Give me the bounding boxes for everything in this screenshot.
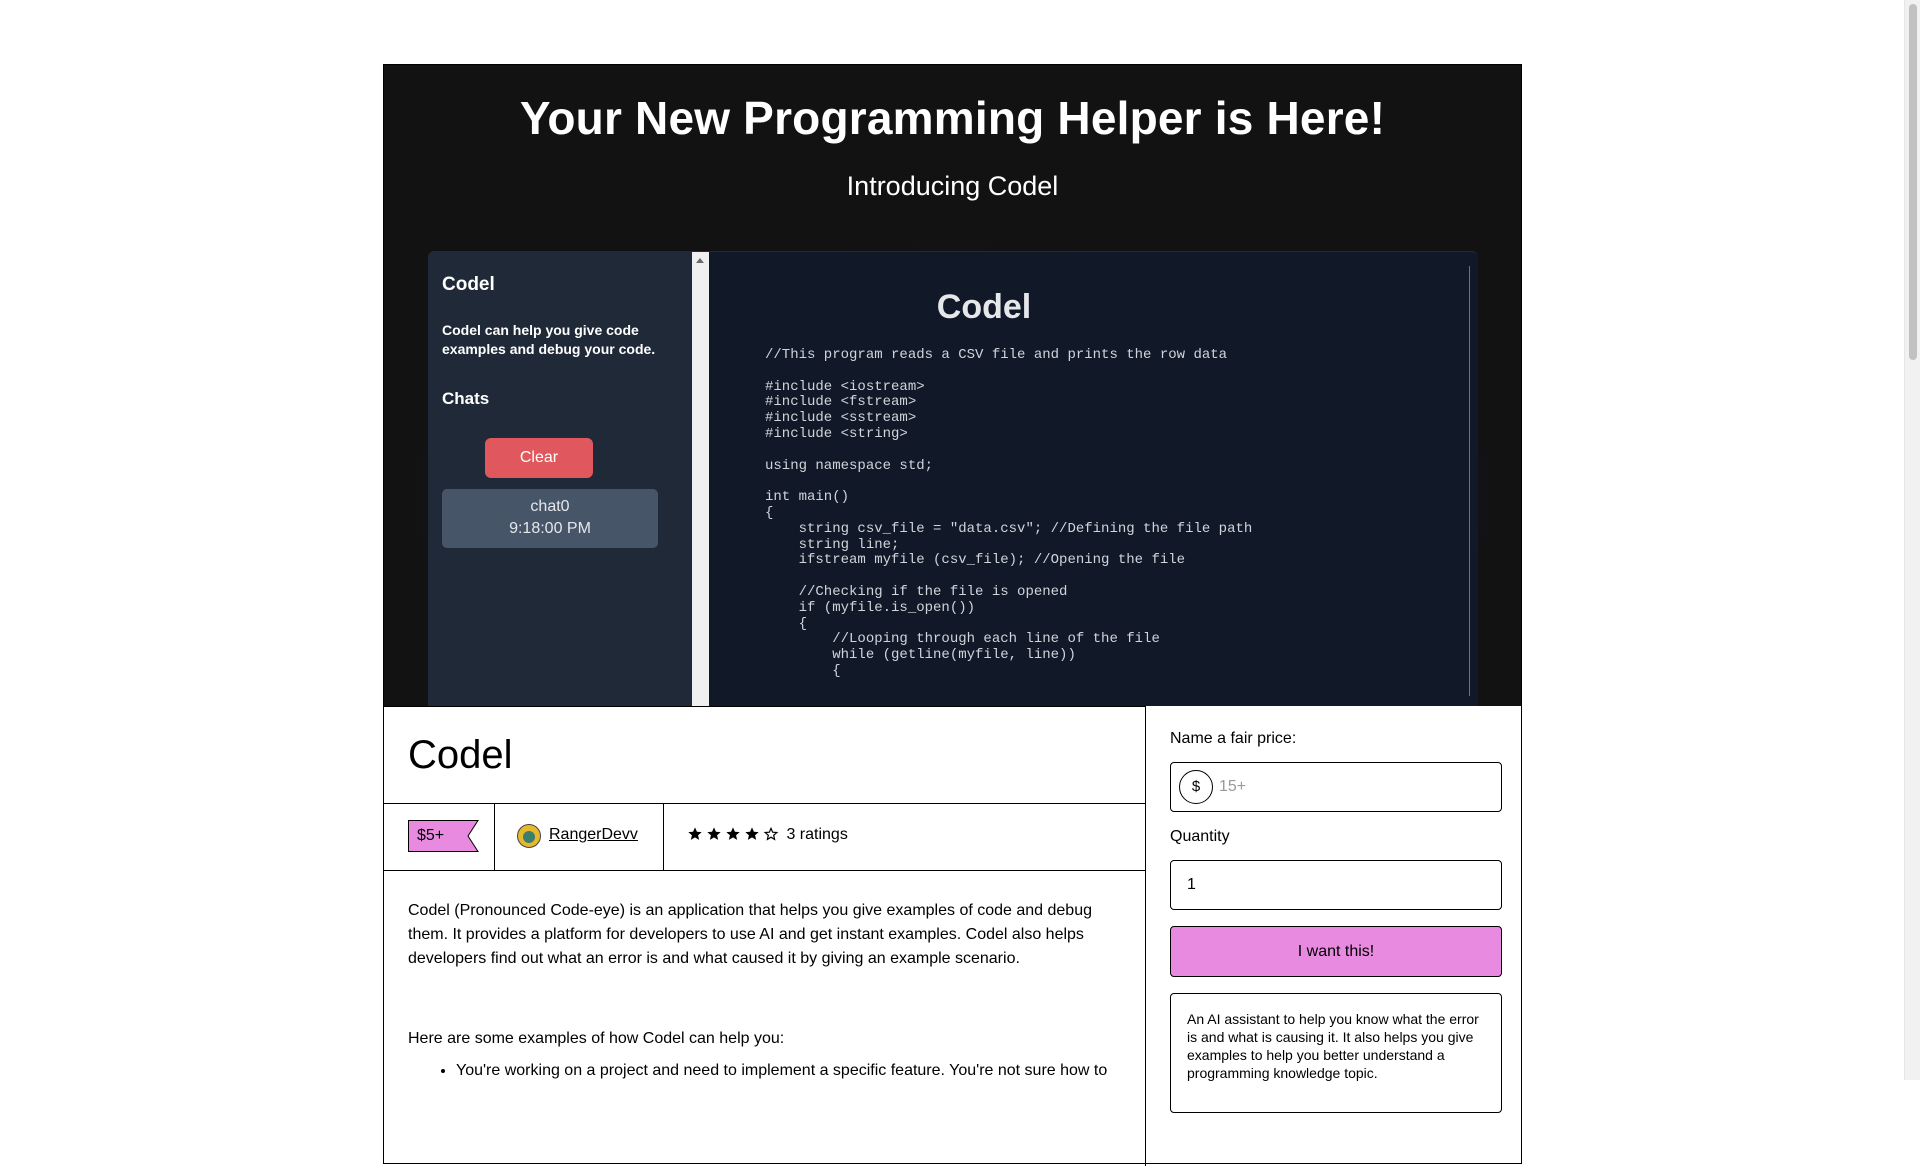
buy-button[interactable]: I want this! (1170, 926, 1502, 977)
app-clear-button: Clear (485, 438, 593, 478)
star-filled-icon (726, 827, 740, 840)
product-cover: Your New Programming Helper is Here! Int… (384, 65, 1521, 706)
code-sample: //This program reads a CSV file and prin… (765, 347, 1253, 679)
page-scrollbar[interactable] (1904, 0, 1920, 1080)
app-divider (1469, 266, 1470, 696)
cover-title: Your New Programming Helper is Here! (519, 92, 1386, 144)
app-scrollbar (692, 252, 709, 706)
product-title: Codel (408, 733, 513, 777)
product-description: Codel (Pronounced Code-eye) is an applic… (408, 899, 1118, 1083)
product-info: Codel $5+ RangerDevv 3 ratings Codel (Pr… (384, 706, 1146, 1166)
description-paragraph: Codel (Pronounced Code-eye) is an applic… (408, 902, 1092, 967)
cover-subtitle: Introducing Codel (846, 171, 1059, 201)
examples-list: You're working on a project and need to … (408, 1059, 1118, 1083)
star-outline-icon (763, 826, 779, 841)
author-avatar[interactable] (517, 824, 541, 848)
quantity-label: Quantity (1170, 828, 1230, 845)
page-scrollbar-thumb[interactable] (1909, 4, 1917, 360)
purchase-panel: Name a fair price: $ Quantity I want thi… (1146, 706, 1521, 1166)
star-filled-icon (707, 827, 721, 840)
meta-divider (663, 804, 664, 870)
product-summary: An AI assistant to help you know what th… (1170, 993, 1502, 1113)
app-chat-item: chat0 9:18:00 PM (442, 489, 658, 548)
price-badge-label: $5+ (408, 820, 460, 852)
app-chat-name: chat0 (530, 498, 570, 515)
star-filled-icon (688, 827, 702, 840)
app-main-panel: Codel //This program reads a CSV file an… (709, 252, 1478, 706)
currency-icon: $ (1179, 770, 1213, 804)
app-main-title: Codel (936, 288, 1032, 326)
rating: 3 ratings (687, 826, 848, 848)
price-field[interactable]: $ (1170, 762, 1502, 812)
app-sidebar-description: Codel can help you give code examples an… (442, 322, 656, 357)
product-meta-bar: $5+ RangerDevv 3 ratings (384, 803, 1145, 871)
author-link[interactable]: RangerDevv (549, 826, 638, 844)
app-chats-heading: Chats (442, 389, 490, 408)
app-chat-time: 9:18:00 PM (509, 520, 591, 537)
price-tag-notch-icon (459, 820, 479, 852)
scroll-up-arrow-icon (696, 258, 704, 263)
price-label: Name a fair price: (1170, 730, 1297, 747)
rating-count: 3 ratings (786, 826, 848, 843)
app-sidebar-title: Codel (442, 274, 495, 295)
description-paragraph: Here are some examples of how Codel can … (408, 1030, 785, 1047)
list-item: You're working on a project and need to … (456, 1059, 1118, 1083)
quantity-input[interactable] (1170, 860, 1502, 910)
app-screenshot: Codel Codel can help you give code examp… (428, 251, 1478, 706)
app-sidebar: Codel Codel can help you give code examp… (428, 252, 692, 706)
price-input[interactable] (1219, 775, 1489, 799)
product-card: Your New Programming Helper is Here! Int… (383, 64, 1522, 1166)
star-filled-icon (745, 827, 759, 840)
avatar-image (523, 831, 535, 843)
meta-divider (494, 804, 495, 870)
